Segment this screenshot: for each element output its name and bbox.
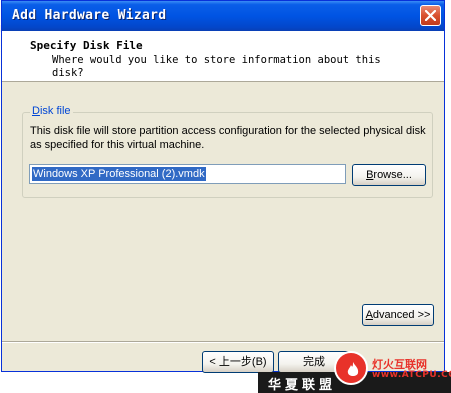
flame-icon (347, 362, 359, 376)
disk-file-value: Windows XP Professional (2).vmdk (32, 167, 206, 181)
close-button[interactable] (420, 5, 441, 26)
disk-file-group-label: Disk file (30, 105, 73, 117)
back-button[interactable]: < 上一步(B) (202, 351, 274, 373)
wizard-body: Disk file This disk file will store part… (2, 82, 444, 373)
page-subtitle: Where would you like to store informatio… (52, 54, 381, 79)
page-title: Specify Disk File (30, 39, 143, 52)
wizard-header: Specify Disk File Where would you like t… (2, 31, 444, 82)
add-hardware-wizard-dialog: Add Hardware Wizard Specify Disk File Wh… (1, 0, 445, 373)
browse-button[interactable]: Browse... (352, 164, 426, 186)
advanced-button[interactable]: Advanced >> (362, 304, 434, 326)
title-bar[interactable]: Add Hardware Wizard (2, 1, 444, 31)
watermark-logo: 灯火互联网 www.ATCPU.COM (330, 347, 451, 391)
flame-logo-icon (334, 351, 368, 385)
disk-file-input[interactable]: Windows XP Professional (2).vmdk (29, 164, 346, 184)
watermark-url: www.ATCPU.COM (372, 370, 451, 380)
watermark-bar-text: 华夏联盟 (268, 378, 337, 393)
disk-file-description: This disk file will store partition acce… (30, 125, 426, 151)
group-label-rest: isk file (39, 105, 71, 117)
separator (2, 341, 444, 343)
close-icon (425, 10, 436, 21)
window-title: Add Hardware Wizard (12, 8, 167, 23)
